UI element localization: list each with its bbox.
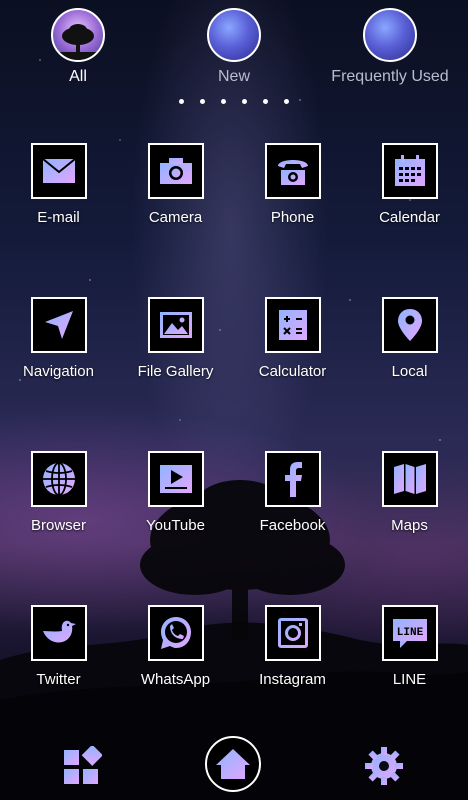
app-file-gallery[interactable]: File Gallery — [117, 297, 234, 380]
settings-gear-icon — [364, 747, 404, 790]
app-facebook[interactable]: Facebook — [234, 451, 351, 534]
bird-icon — [30, 605, 87, 661]
app-label: Instagram — [259, 671, 326, 688]
page-dot[interactable] — [221, 99, 226, 104]
app-label: LINE — [392, 671, 427, 688]
page-dot[interactable] — [200, 99, 205, 104]
tab-label: Frequently Used — [331, 68, 449, 85]
app-youtube[interactable]: YouTube — [117, 451, 234, 534]
app-label: Navigation — [23, 363, 94, 380]
page-dot[interactable] — [263, 99, 268, 104]
tab-label: All — [69, 68, 87, 85]
app-instagram[interactable]: Instagram — [234, 605, 351, 688]
tab-label: New — [217, 68, 250, 85]
app-label: Twitter — [36, 671, 81, 688]
app-phone[interactable]: Phone — [234, 143, 351, 226]
tree-icon — [51, 8, 105, 62]
app-label: Phone — [270, 209, 315, 226]
instagram-icon — [264, 605, 321, 661]
calendar-icon — [381, 143, 438, 199]
app-label: Maps — [391, 517, 428, 534]
tab-frequently-used[interactable]: Frequently Used — [310, 8, 468, 86]
app-label: E-mail — [37, 209, 80, 226]
tab-all[interactable]: All — [0, 8, 158, 86]
galaxy-icon — [363, 8, 417, 62]
line-icon: LINE — [381, 605, 438, 661]
galaxy-icon — [207, 8, 261, 62]
app-label: WhatsApp — [140, 671, 211, 688]
line-icon-text: LINE — [396, 627, 423, 639]
widgets-icon — [62, 744, 103, 790]
app-line[interactable]: LINE LINE — [351, 605, 468, 688]
app-maps[interactable]: Maps — [351, 451, 468, 534]
facebook-icon — [264, 451, 321, 507]
mail-icon — [30, 143, 87, 199]
camera-icon — [147, 143, 204, 199]
app-navigation[interactable]: Navigation — [0, 297, 117, 380]
folded-map-icon — [381, 451, 438, 507]
home-button[interactable] — [205, 736, 261, 792]
page-dot[interactable] — [242, 99, 247, 104]
app-label: File Gallery — [137, 363, 214, 380]
tab-new[interactable]: New — [154, 8, 314, 86]
whatsapp-icon — [147, 605, 204, 661]
page-dot[interactable] — [179, 99, 184, 104]
app-whatsapp[interactable]: WhatsApp — [117, 605, 234, 688]
globe-icon — [30, 451, 87, 507]
app-label: Local — [391, 363, 428, 380]
video-icon — [147, 451, 204, 507]
settings-button[interactable] — [364, 746, 404, 791]
page-indicator — [0, 99, 468, 104]
calculator-icon — [264, 297, 321, 353]
navigation-arrow-icon — [30, 297, 87, 353]
app-label: Calendar — [379, 209, 440, 226]
app-calculator[interactable]: Calculator — [234, 297, 351, 380]
app-camera[interactable]: Camera — [117, 143, 234, 226]
home-icon — [205, 736, 261, 792]
app-label: Calculator — [258, 363, 327, 380]
app-label: Facebook — [259, 517, 326, 534]
image-icon — [147, 297, 204, 353]
widgets-button[interactable] — [62, 744, 103, 791]
app-label: YouTube — [146, 517, 205, 534]
app-email[interactable]: E-mail — [0, 143, 117, 226]
app-label: Browser — [30, 517, 86, 534]
app-local[interactable]: Local — [351, 297, 468, 380]
app-twitter[interactable]: Twitter — [0, 605, 117, 688]
page-dot[interactable] — [284, 99, 289, 104]
app-calendar[interactable]: Calendar — [351, 143, 468, 226]
app-label: Camera — [148, 209, 203, 226]
phone-icon — [264, 143, 321, 199]
map-pin-icon — [381, 297, 438, 353]
app-browser[interactable]: Browser — [0, 451, 117, 534]
